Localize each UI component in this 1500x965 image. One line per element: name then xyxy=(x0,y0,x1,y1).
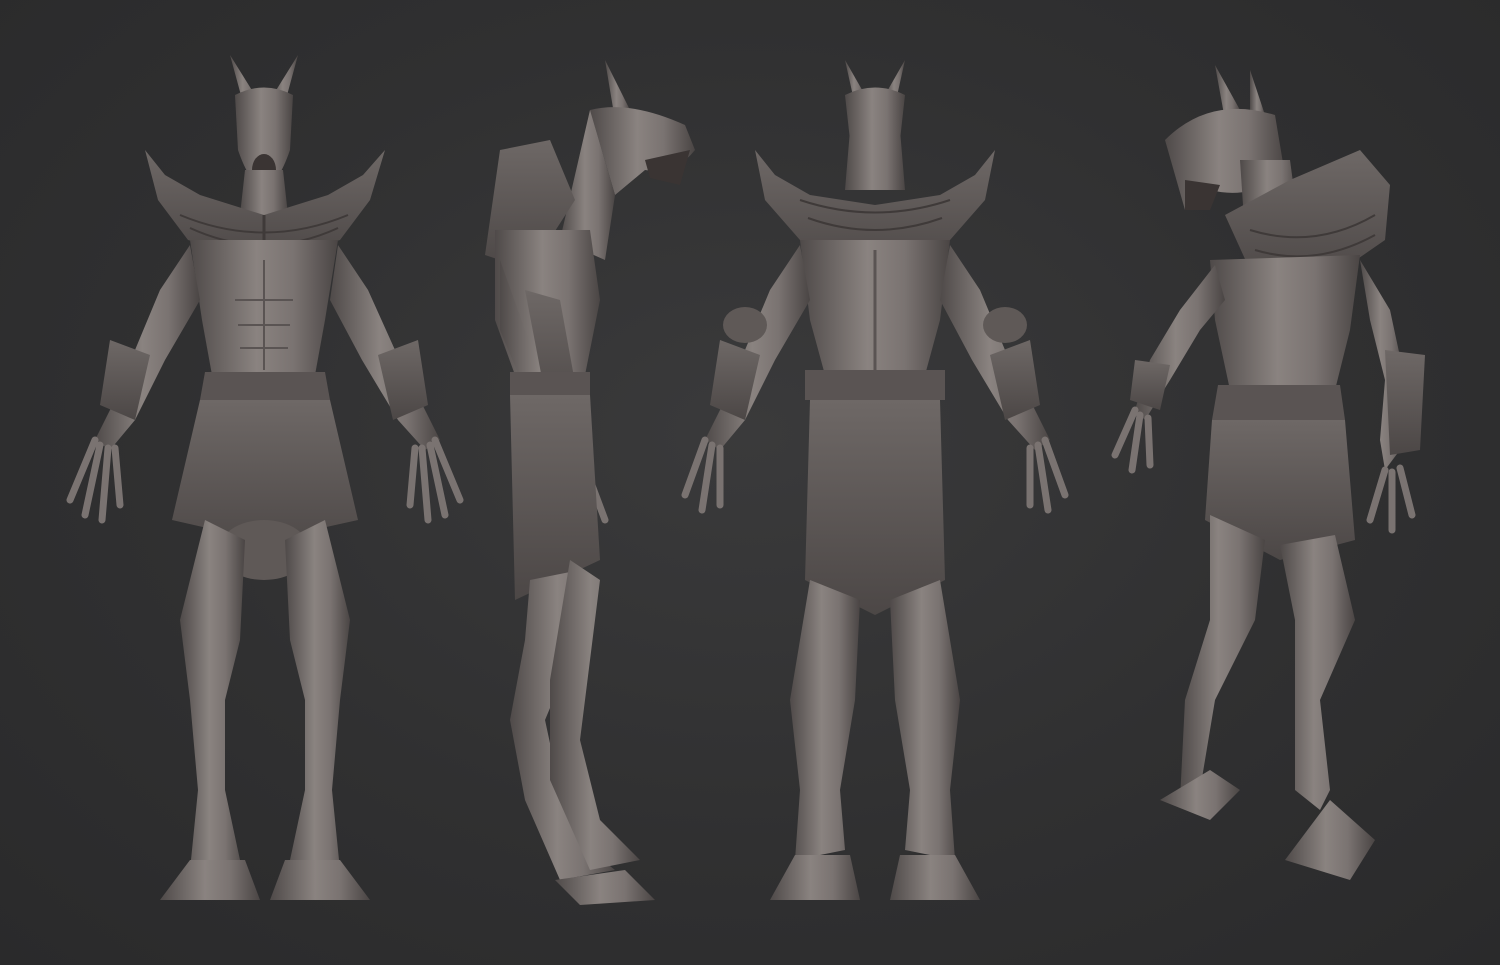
anubis-back-figure xyxy=(681,60,1069,900)
three-quarter-view xyxy=(1100,0,1480,965)
turnaround-stage xyxy=(0,0,1500,965)
anubis-three-quarter-figure xyxy=(1111,65,1425,880)
back-view xyxy=(650,0,1100,965)
anubis-front-figure xyxy=(66,55,464,900)
front-view xyxy=(40,0,490,965)
